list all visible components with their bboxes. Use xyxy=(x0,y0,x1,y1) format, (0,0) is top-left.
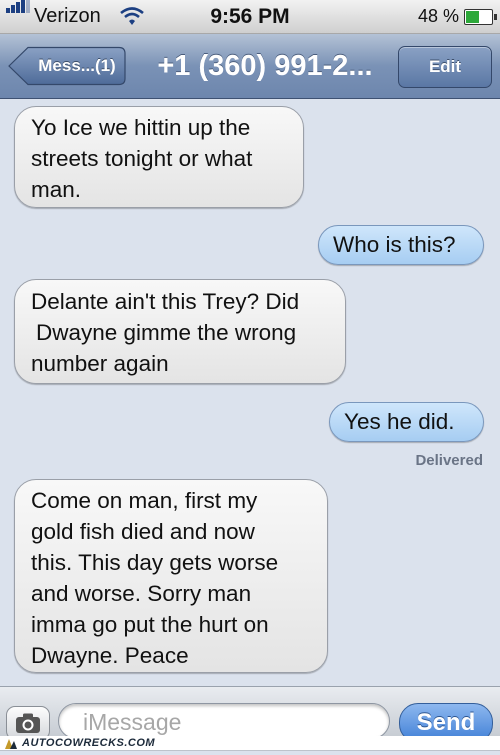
message-bubble-received: Delante ain't this Trey? Did Dwayne gimm… xyxy=(14,279,346,384)
battery-percentage: 48 % xyxy=(418,6,460,26)
watermark-text: AUTOCOWRECKS.COM xyxy=(22,737,156,749)
message-text-line: man. xyxy=(31,177,82,202)
message-text-line: imma go put the hurt on xyxy=(31,612,269,637)
delivered-status: Delivered xyxy=(415,452,483,469)
watermark-logo-icon xyxy=(4,737,18,755)
message-text-line: gold fish died and now xyxy=(31,519,255,544)
message-text-line: Delante ain't this Trey? Did xyxy=(31,289,300,314)
message-bubble-sent: Who is this? xyxy=(318,225,484,265)
watermark-strip: AUTOCOWRECKS.COM xyxy=(0,736,500,750)
message-bubble-sent: Yes he did. xyxy=(329,402,484,442)
message-thread: Yo Ice we hittin up the streets tonight … xyxy=(0,99,500,686)
message-bubble-received: Yo Ice we hittin up the streets tonight … xyxy=(14,106,304,208)
message-text-line: Who is this? xyxy=(333,232,456,257)
message-text-line: Yo Ice we hittin up the xyxy=(31,115,251,140)
battery-icon xyxy=(464,9,497,25)
message-bubble-received: Come on man, first my gold fish died and… xyxy=(14,479,328,673)
imessage-input[interactable] xyxy=(81,704,375,740)
message-text-line: Come on man, first my xyxy=(31,488,258,513)
message-text-line: number again xyxy=(31,351,169,376)
imessage-field[interactable] xyxy=(58,703,390,740)
status-bar: Verizon 9:56 PM 48 % xyxy=(0,0,500,34)
message-text-line: streets tonight or what xyxy=(31,146,253,171)
camera-button[interactable] xyxy=(6,706,50,740)
message-text-line: and worse. Sorry man xyxy=(31,581,252,606)
message-text-line: Dwayne. Peace xyxy=(31,643,189,668)
edit-button[interactable]: Edit xyxy=(398,46,492,88)
conversation-nav-bar: Mess...(1) +1 (360) 991-2... Edit xyxy=(0,34,500,99)
message-text-line: Yes he did. xyxy=(344,409,455,434)
message-text-line: this. This day gets worse xyxy=(31,550,279,575)
message-text-line: Dwayne gimme the wrong xyxy=(36,320,297,345)
contact-phone-number: +1 (360) 991-2... xyxy=(157,50,373,82)
back-button-label: Mess...(1) xyxy=(38,56,116,75)
back-to-messages-button[interactable]: Mess...(1) xyxy=(8,46,126,86)
camera-icon xyxy=(15,712,41,739)
